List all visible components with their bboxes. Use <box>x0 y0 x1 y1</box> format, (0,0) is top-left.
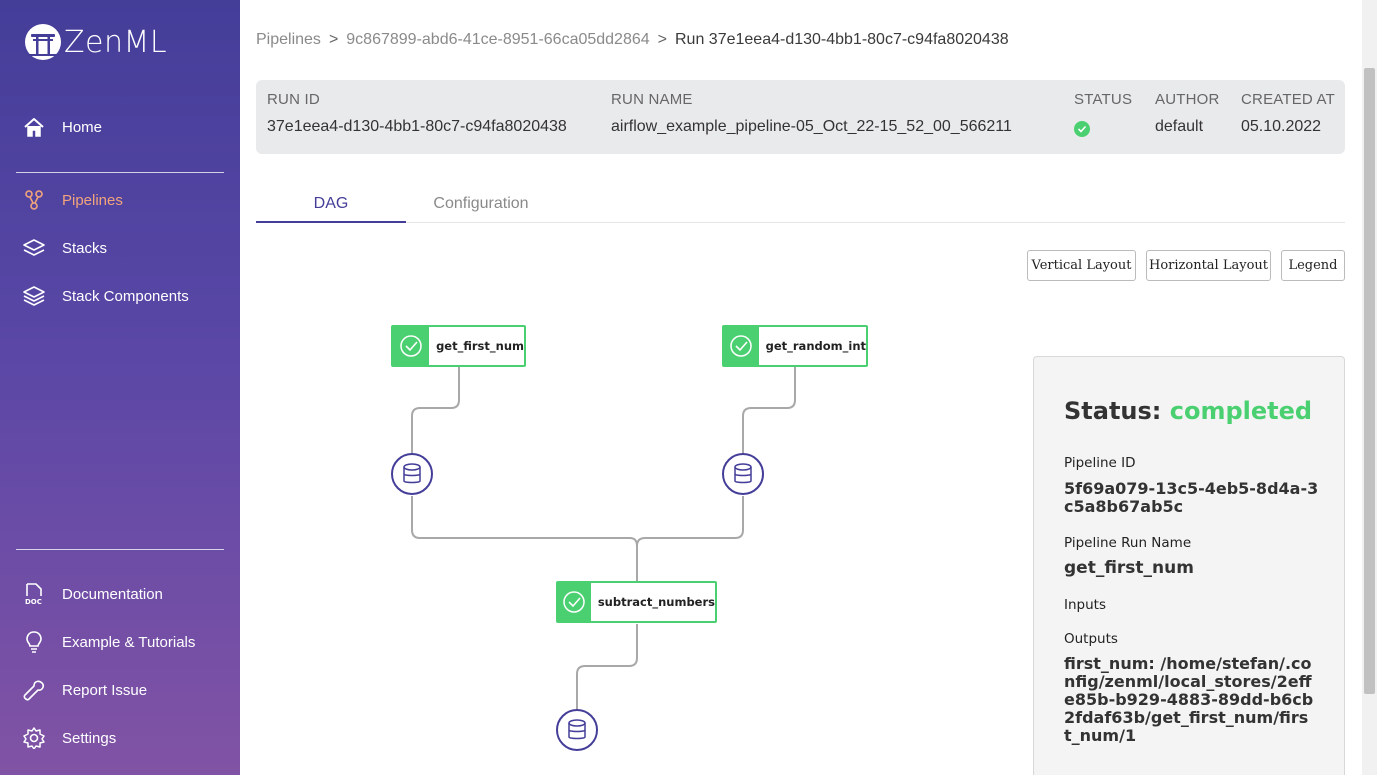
sidebar-item-label: Stacks <box>62 239 108 257</box>
sidebar-item-label: Stack Components <box>62 287 189 305</box>
dag-step-get-random-int[interactable]: get_random_int <box>722 325 868 367</box>
edge-artifact-to-subtract <box>411 496 638 582</box>
details-status-title: Status: completed <box>1064 397 1312 425</box>
edge-artifact-to-subtract <box>636 496 744 547</box>
details-status-value: completed <box>1169 397 1313 425</box>
torii-logo-icon <box>25 24 61 60</box>
sidebar-item-label: Documentation <box>62 585 163 603</box>
sidebar-item-examples[interactable]: Example & Tutorials <box>0 622 240 662</box>
details-status-prefix: Status: <box>1064 397 1162 425</box>
doc-icon: DOC <box>25 583 42 605</box>
lightbulb-icon <box>26 631 42 653</box>
edge-subtract-to-artifact <box>576 624 638 710</box>
sidebar-item-label: Report Issue <box>62 681 148 699</box>
step-details-panel: Status: completed Pipeline ID 5f69a079-1… <box>1033 356 1345 775</box>
details-pipeline-id-value: 5f69a079-13c5-4eb5-8d4a-3c5a8b67ab5c <box>1064 479 1319 516</box>
database-icon <box>734 463 752 484</box>
step-label: get_random_int <box>765 339 866 353</box>
page-scrollbar[interactable] <box>1362 0 1377 775</box>
details-run-name-value: get_first_num <box>1064 558 1194 578</box>
dag-step-get-first-num[interactable]: get_first_num <box>391 325 526 367</box>
database-icon <box>403 463 421 484</box>
logo-text: ZenML <box>64 24 168 60</box>
check-circle-icon <box>558 583 591 621</box>
sidebar-item-pipelines[interactable]: Pipelines <box>0 180 240 220</box>
zenml-logo[interactable]: ZenML <box>24 22 167 62</box>
sidebar-item-label: Home <box>62 118 103 136</box>
main-content: Pipelines >9c867899-abd6-41ce-8951-66ca05… <box>240 0 1362 775</box>
check-circle-icon <box>724 327 759 365</box>
database-icon <box>568 719 586 740</box>
dag-artifact-result[interactable] <box>556 709 598 751</box>
sidebar-item-home[interactable]: Home <box>0 107 240 147</box>
sidebar-item-documentation[interactable]: DOC Documentation <box>0 574 240 614</box>
edge-get-first-num-to-artifact <box>411 367 460 454</box>
sidebar-divider <box>16 549 224 550</box>
sidebar-item-settings[interactable]: Settings <box>0 718 240 758</box>
details-outputs-label: Outputs <box>1064 631 1118 647</box>
details-inputs-label: Inputs <box>1064 597 1106 613</box>
edge-get-random-int-to-artifact <box>742 367 796 454</box>
sidebar-item-label: Pipelines <box>62 191 123 209</box>
check-circle-icon <box>393 327 430 365</box>
stack-components-icon <box>23 286 45 306</box>
home-icon <box>24 118 44 137</box>
details-outputs-value: first_num: /home/stefan/.config/zenml/lo… <box>1064 654 1314 745</box>
dag-artifact-random-int[interactable] <box>722 453 764 495</box>
sidebar-item-stack-components[interactable]: Stack Components <box>0 276 240 316</box>
details-run-name-label: Pipeline Run Name <box>1064 535 1192 551</box>
sidebar-item-report-issue[interactable]: Report Issue <box>0 670 240 710</box>
sidebar-divider <box>16 172 224 173</box>
dag-artifact-first-num[interactable] <box>391 453 433 495</box>
sidebar-item-label: Settings <box>62 729 117 747</box>
sidebar-item-label: Example & Tutorials <box>62 633 196 651</box>
pipelines-icon <box>25 190 43 210</box>
wrench-icon <box>23 680 45 701</box>
details-pipeline-id-label: Pipeline ID <box>1064 455 1136 471</box>
svg-text:DOC: DOC <box>25 598 42 605</box>
sidebar-item-stacks[interactable]: Stacks <box>0 228 240 268</box>
dag-step-subtract-numbers[interactable]: subtract_numbers <box>556 581 717 623</box>
sidebar: ZenML Home Pipelines Stacks Stack Compon… <box>0 0 240 775</box>
scrollbar-thumb[interactable] <box>1364 68 1375 694</box>
step-label: get_first_num <box>436 339 524 353</box>
gear-icon <box>23 727 45 749</box>
stacks-icon <box>23 239 45 256</box>
step-label: subtract_numbers <box>597 595 715 609</box>
